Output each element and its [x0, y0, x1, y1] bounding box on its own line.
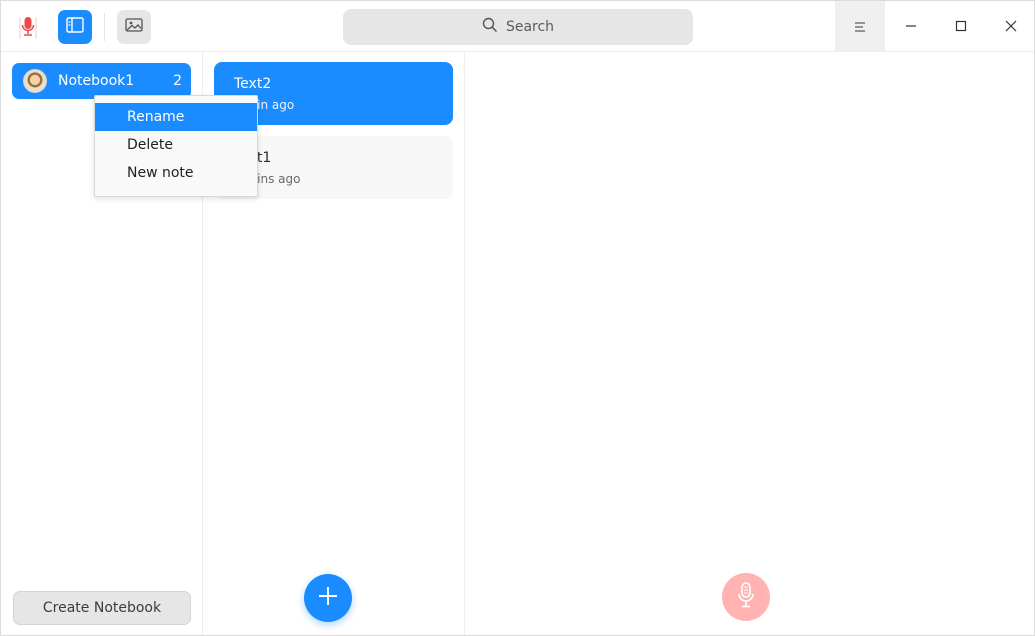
search-placeholder: Search — [505, 19, 555, 35]
microphone-app-icon — [13, 11, 43, 43]
notebook-label: Notebook1 — [58, 73, 135, 89]
note-editor[interactable] — [466, 52, 1034, 635]
titlebar: Search — [1, 1, 1034, 52]
minimize-icon — [905, 17, 917, 36]
menu-item-rename[interactable]: Rename — [95, 103, 257, 131]
sidebar-toggle-button[interactable] — [58, 10, 92, 44]
close-icon — [1005, 17, 1017, 36]
note-timestamp: 2 mins ago — [234, 172, 301, 186]
voice-record-button[interactable] — [722, 573, 770, 621]
maximize-button[interactable] — [936, 1, 986, 52]
notebook-avatar — [23, 69, 47, 93]
plus-icon — [317, 585, 339, 611]
toolbar-divider — [104, 13, 105, 41]
insert-image-button[interactable] — [117, 10, 151, 44]
note-title: Text1 — [234, 148, 453, 168]
microphone-icon — [737, 582, 755, 612]
notebook-item[interactable]: Notebook1 2 — [12, 63, 191, 99]
close-button[interactable] — [986, 1, 1034, 52]
main-menu-button[interactable] — [835, 1, 885, 52]
maximize-icon — [955, 17, 967, 36]
create-notebook-button[interactable]: Create Notebook — [13, 591, 191, 625]
sidebar-toggle-icon — [66, 17, 84, 37]
search-input[interactable]: Search — [343, 9, 693, 45]
menu-item-new-note[interactable]: New note — [95, 159, 257, 187]
image-icon — [125, 17, 143, 37]
minimize-button[interactable] — [886, 1, 936, 52]
notebook-context-menu: Rename Delete New note — [94, 95, 258, 197]
note-timestamp: 1 min ago — [234, 98, 295, 112]
add-note-button[interactable] — [304, 574, 352, 622]
app-window: Search Notebook1 2 Create Notebook Text2… — [0, 0, 1035, 636]
menu-item-delete[interactable]: Delete — [95, 131, 257, 159]
notebook-note-count: 2 — [173, 73, 182, 89]
search-icon — [482, 17, 498, 37]
hamburger-menu-icon — [854, 17, 866, 36]
note-title: Text2 — [234, 76, 272, 92]
